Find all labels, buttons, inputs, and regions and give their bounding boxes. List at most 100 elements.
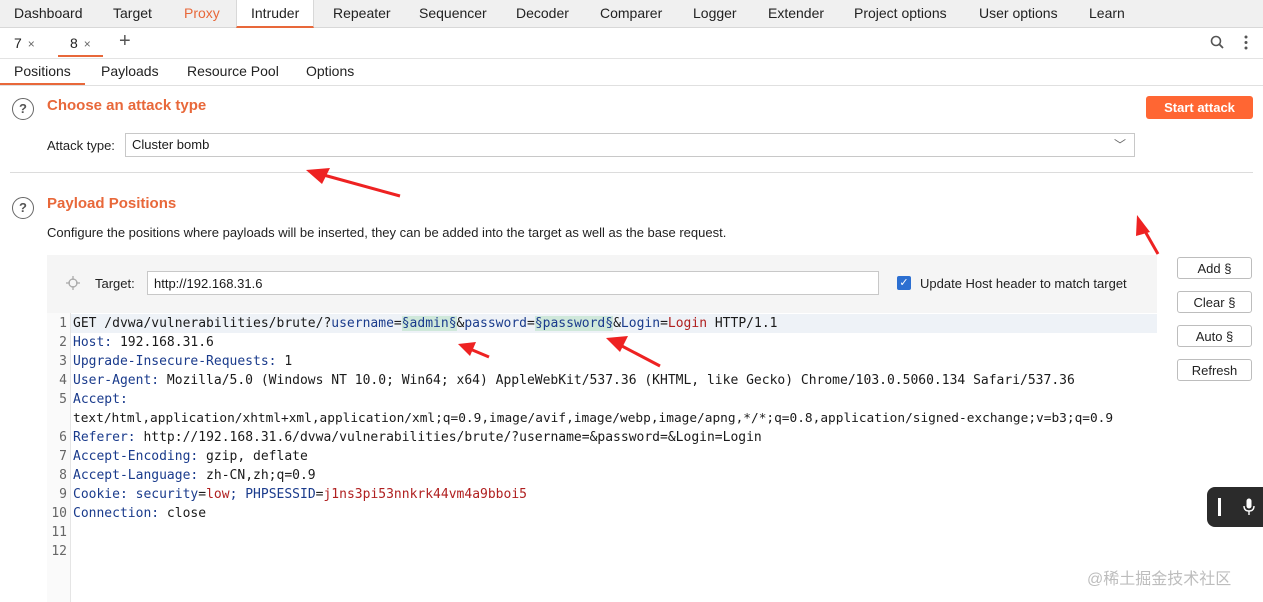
- auto-markers-button[interactable]: Auto §: [1177, 325, 1252, 347]
- attack-type-label: Attack type:: [47, 138, 115, 153]
- refresh-button[interactable]: Refresh: [1177, 359, 1252, 381]
- line-number: 1: [59, 316, 67, 331]
- voice-input-widget[interactable]: [1207, 487, 1263, 527]
- header-name: User-Agent:: [73, 373, 160, 388]
- close-icon[interactable]: ×: [84, 37, 91, 51]
- payload-marker-password[interactable]: §password§: [534, 316, 614, 331]
- main-tab-bar: Dashboard Target Proxy Intruder Repeater…: [0, 0, 1263, 28]
- tab-user-options[interactable]: User options: [979, 0, 1058, 27]
- line-number: 10: [51, 506, 67, 521]
- header-name: Accept-Language:: [73, 468, 199, 483]
- param-value: Login: [667, 316, 708, 331]
- request-tab-bar: 7 × 8 ×: [0, 28, 1263, 59]
- equals-sign: =: [526, 316, 535, 331]
- clear-markers-button[interactable]: Clear §: [1177, 291, 1252, 313]
- request-line-7: Accept-Encoding: gzip, deflate: [73, 449, 308, 464]
- request-tab-8[interactable]: 8 ×: [58, 31, 103, 57]
- subtab-positions[interactable]: Positions: [0, 59, 85, 85]
- equals-sign: =: [660, 316, 668, 331]
- tab-extender[interactable]: Extender: [768, 0, 824, 27]
- tab-target[interactable]: Target: [113, 0, 152, 27]
- tab-decoder[interactable]: Decoder: [516, 0, 569, 27]
- add-tab-icon[interactable]: +: [119, 30, 131, 53]
- header-value: text/html,application/xhtml+xml,applicat…: [73, 411, 1114, 426]
- update-host-checkbox[interactable]: ✓: [897, 276, 911, 290]
- mic-icon[interactable]: [1243, 498, 1255, 516]
- request-line-2: Host: 192.168.31.6: [73, 335, 214, 350]
- request-line-8: Accept-Language: zh-CN,zh;q=0.9: [73, 468, 316, 483]
- target-label: Target:: [95, 276, 135, 291]
- cookie-value: low: [206, 487, 230, 502]
- line-number: 6: [59, 430, 67, 445]
- request-line-5: Accept:: [73, 392, 128, 407]
- request-tab-label: 7: [14, 35, 22, 51]
- header-value: gzip, deflate: [198, 449, 308, 464]
- text-cursor-icon: [1218, 498, 1221, 516]
- line-number: 5: [59, 392, 67, 407]
- tab-proxy[interactable]: Proxy: [184, 0, 220, 27]
- update-host-label: Update Host header to match target: [920, 276, 1127, 291]
- header-name: Accept:: [73, 392, 128, 407]
- header-value: Mozilla/5.0 (Windows NT 10.0; Win64; x64…: [159, 373, 1075, 388]
- watermark: @稀土掘金技术社区: [1087, 571, 1232, 588]
- param-name: password: [464, 316, 527, 331]
- chevron-down-icon: ﹀: [1113, 138, 1126, 152]
- request-editor[interactable]: 1 2 3 4 5 6 7 8 9 10 11 12 GET /dvwa/vul…: [47, 313, 1157, 602]
- tab-dashboard[interactable]: Dashboard: [14, 0, 83, 27]
- ampersand: &: [613, 316, 621, 331]
- tab-sequencer[interactable]: Sequencer: [419, 0, 487, 27]
- subtab-options[interactable]: Options: [306, 59, 354, 84]
- payload-positions-description: Configure the positions where payloads w…: [47, 225, 727, 240]
- tab-learn[interactable]: Learn: [1089, 0, 1125, 27]
- tab-intruder[interactable]: Intruder: [236, 0, 315, 28]
- subtab-resource-pool[interactable]: Resource Pool: [187, 59, 279, 84]
- line-number: 3: [59, 354, 67, 369]
- add-marker-button[interactable]: Add §: [1177, 257, 1252, 279]
- cookie-value: j1ns3pi53nnkrk44vm4a9bboi5: [323, 487, 527, 502]
- line-number: 4: [59, 373, 67, 388]
- payload-positions-title: Payload Positions: [47, 195, 177, 212]
- request-tab-label: 8: [70, 35, 78, 51]
- request-tab-7[interactable]: 7 ×: [14, 31, 35, 56]
- cookie-name: ; PHPSESSID: [229, 487, 316, 502]
- line-number-gutter: 1 2 3 4 5 6 7 8 9 10 11 12: [47, 313, 71, 602]
- help-icon[interactable]: ?: [12, 197, 34, 219]
- target-input[interactable]: http://192.168.31.6: [147, 271, 879, 295]
- header-value: zh-CN,zh;q=0.9: [198, 468, 316, 483]
- line-number: 12: [51, 544, 67, 559]
- request-line-5-cont: text/html,application/xhtml+xml,applicat…: [73, 411, 1113, 426]
- attack-type-title: Choose an attack type: [47, 97, 207, 114]
- payload-marker-admin[interactable]: §admin§: [401, 316, 457, 331]
- subtab-payloads[interactable]: Payloads: [101, 59, 159, 84]
- attack-type-value: Cluster bomb: [132, 137, 210, 152]
- request-line-9: Cookie: security=low; PHPSESSID=j1ns3pi5…: [73, 487, 527, 502]
- close-icon[interactable]: ×: [28, 37, 35, 51]
- help-icon[interactable]: ?: [12, 98, 34, 120]
- tab-logger[interactable]: Logger: [693, 0, 737, 27]
- header-name: Accept-Encoding:: [73, 449, 199, 464]
- request-line-4: User-Agent: Mozilla/5.0 (Windows NT 10.0…: [73, 373, 1075, 388]
- line-number: 8: [59, 468, 67, 483]
- tab-comparer[interactable]: Comparer: [600, 0, 662, 27]
- header-name: Host:: [73, 335, 113, 350]
- param-name: Login: [620, 316, 661, 331]
- request-line-3: Upgrade-Insecure-Requests: 1: [73, 354, 292, 369]
- request-line-1: GET /dvwa/vulnerabilities/brute/?usernam…: [73, 316, 777, 331]
- header-name: Cookie:: [73, 487, 128, 502]
- tab-repeater[interactable]: Repeater: [333, 0, 391, 27]
- tab-project-options[interactable]: Project options: [854, 0, 947, 27]
- line-number: 11: [51, 525, 67, 540]
- equals-sign: =: [393, 316, 402, 331]
- more-vertical-icon[interactable]: [1243, 35, 1249, 50]
- search-icon[interactable]: [1210, 35, 1224, 49]
- equals-sign: =: [198, 487, 207, 502]
- param-name: username: [331, 316, 394, 331]
- header-value: 192.168.31.6: [112, 335, 214, 350]
- request-method-path: GET /dvwa/vulnerabilities/brute/?: [73, 316, 332, 331]
- header-value: close: [159, 506, 207, 521]
- request-line-10: Connection: close: [73, 506, 206, 521]
- line-number: 7: [59, 449, 67, 464]
- header-value: http://192.168.31.6/dvwa/vulnerabilities…: [135, 430, 762, 445]
- start-attack-button[interactable]: Start attack: [1146, 96, 1253, 119]
- attack-type-select[interactable]: Cluster bomb ﹀: [125, 133, 1135, 157]
